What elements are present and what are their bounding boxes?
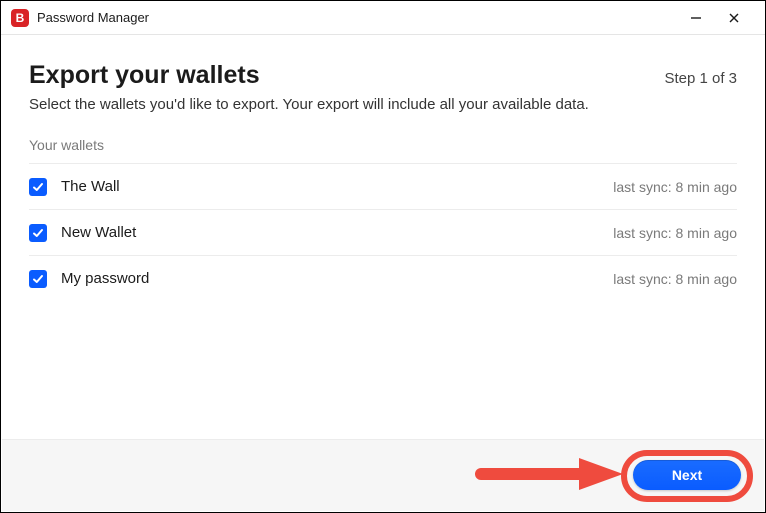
wallet-checkbox[interactable]: [29, 178, 47, 196]
wallet-name: My password: [61, 270, 149, 287]
page-title: Export your wallets: [29, 61, 260, 90]
minimize-icon: [690, 12, 702, 24]
app-icon: B: [11, 9, 29, 27]
next-button[interactable]: Next: [633, 460, 741, 490]
wallet-sync: last sync: 8 min ago: [613, 271, 737, 287]
main-content: Export your wallets Step 1 of 3 Select t…: [1, 35, 765, 301]
page-subtitle: Select the wallets you'd like to export.…: [29, 96, 737, 113]
wallet-row[interactable]: New Wallet last sync: 8 min ago: [29, 209, 737, 255]
step-indicator: Step 1 of 3: [664, 70, 737, 87]
wallet-name: New Wallet: [61, 224, 136, 241]
wallet-checkbox[interactable]: [29, 270, 47, 288]
wallet-name: The Wall: [61, 178, 120, 195]
minimize-button[interactable]: [677, 4, 715, 32]
check-icon: [32, 227, 44, 239]
check-icon: [32, 273, 44, 285]
check-icon: [32, 181, 44, 193]
wallet-sync: last sync: 8 min ago: [613, 179, 737, 195]
wallet-row[interactable]: The Wall last sync: 8 min ago: [29, 163, 737, 209]
titlebar: B Password Manager: [1, 1, 765, 35]
app-icon-letter: B: [16, 11, 25, 25]
close-button[interactable]: [715, 4, 753, 32]
section-label: Your wallets: [29, 137, 737, 163]
wallet-list: The Wall last sync: 8 min ago New Wallet…: [29, 163, 737, 301]
wallet-row[interactable]: My password last sync: 8 min ago: [29, 255, 737, 301]
window-title: Password Manager: [37, 10, 149, 25]
close-icon: [728, 12, 740, 24]
wallet-sync: last sync: 8 min ago: [613, 225, 737, 241]
wallet-checkbox[interactable]: [29, 224, 47, 242]
